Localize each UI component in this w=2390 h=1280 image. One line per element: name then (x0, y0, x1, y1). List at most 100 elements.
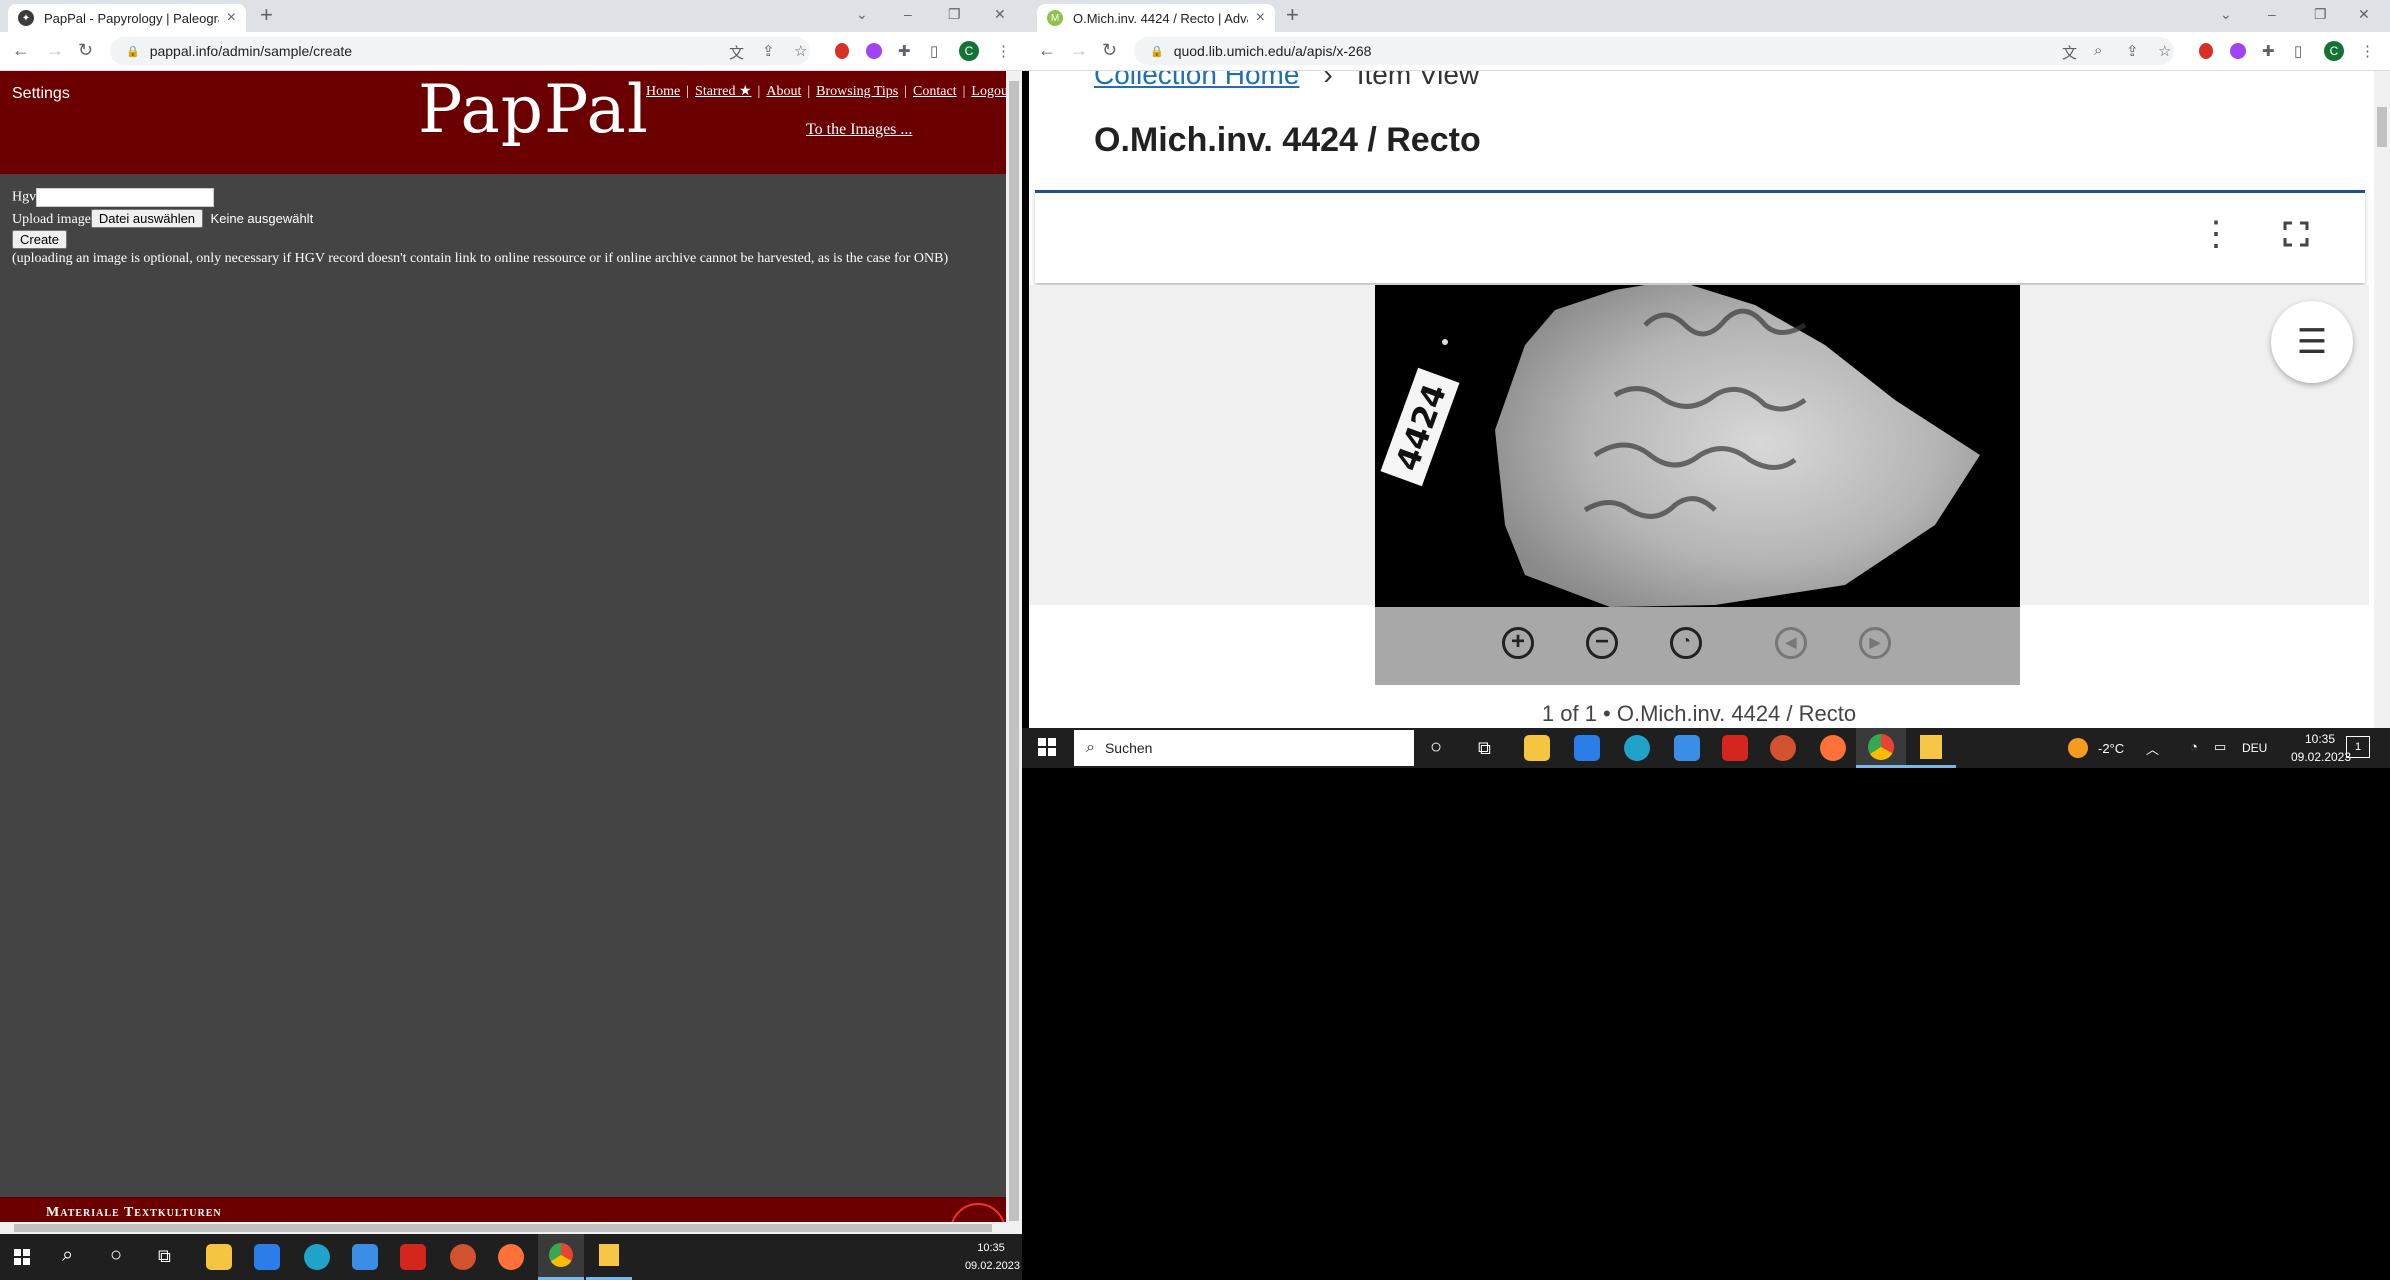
minimize-button[interactable]: – (2268, 6, 2276, 22)
hgv-input[interactable] (36, 188, 215, 207)
zoom-icon[interactable]: ⌕ (2094, 42, 2102, 59)
fullscreen-icon[interactable] (2283, 221, 2309, 247)
left-vertical-scrollbar[interactable] (1006, 71, 1022, 1234)
close-window-button[interactable]: ✕ (2358, 6, 2370, 23)
nav-starred[interactable]: Starred ★ (695, 84, 751, 99)
nav-logout[interactable]: Logout (971, 84, 1006, 99)
clock-time[interactable]: 10:35 (966, 1242, 1016, 1254)
reset-zoom-icon[interactable]: ◔ (1670, 627, 1702, 659)
profile-avatar[interactable]: C (959, 41, 979, 61)
chrome-active-icon[interactable] (1856, 728, 1906, 768)
forward-arrow-icon[interactable]: → (1070, 40, 1088, 61)
scrollbar-thumb[interactable] (1009, 81, 1019, 1221)
sticky-notes-icon[interactable] (1906, 728, 1956, 768)
windows-start-icon[interactable] (14, 1249, 30, 1265)
language-indicator[interactable]: DEU (2242, 741, 2267, 755)
clock-date[interactable]: 09.02.2023 (950, 1260, 1020, 1272)
zoom-out-icon[interactable]: − (1586, 627, 1618, 659)
extension-purple-icon[interactable] (866, 43, 882, 59)
powerpoint-icon[interactable] (1770, 735, 1796, 761)
tray-battery-icon[interactable]: ▭ (2214, 739, 2226, 755)
firefox-icon[interactable] (498, 1244, 524, 1270)
more-options-icon[interactable]: ⋮ (2199, 217, 2233, 251)
share-icon[interactable]: ⇪ (2126, 42, 2139, 60)
extensions-puzzle-icon[interactable]: ✚ (898, 42, 911, 60)
temperature[interactable]: -2°C (2098, 741, 2124, 756)
notifications-icon[interactable]: 1 (2346, 736, 2370, 758)
nav-contact[interactable]: Contact (913, 84, 957, 99)
mail-icon[interactable] (352, 1244, 378, 1270)
back-arrow-icon[interactable]: ← (1038, 40, 1056, 61)
new-tab-button[interactable]: + (1286, 2, 1299, 28)
papyrus-image[interactable]: 4424 (1375, 285, 2020, 610)
extension-purple-icon[interactable] (2230, 43, 2246, 59)
left-horizontal-scrollbar[interactable] (0, 1222, 1006, 1234)
firefox-icon[interactable] (1820, 735, 1846, 761)
reload-icon[interactable]: ↻ (1102, 40, 1117, 61)
share-icon[interactable]: ⇪ (762, 42, 775, 60)
windows-start-icon[interactable] (1038, 738, 1056, 756)
menu-kebab-icon[interactable]: ⋮ (2360, 42, 2375, 60)
extensions-puzzle-icon[interactable]: ✚ (2262, 42, 2275, 60)
clock-time[interactable]: 10:35 (2290, 732, 2350, 746)
chevron-down-icon[interactable]: ⌄ (2220, 6, 2232, 23)
address-bar[interactable]: 🔒 quod.lib.umich.edu/a/apis/x-268 (1134, 37, 2174, 65)
file-explorer-icon[interactable] (206, 1244, 232, 1270)
to-images-link[interactable]: To the Images ... (806, 121, 912, 139)
reload-icon[interactable]: ↻ (78, 40, 93, 61)
chevron-down-icon[interactable]: ⌄ (856, 6, 868, 23)
nav-about[interactable]: About (766, 84, 801, 99)
nav-home[interactable]: Home (646, 84, 680, 99)
cortana-icon[interactable]: ○ (1430, 736, 1442, 759)
menu-kebab-icon[interactable]: ⋮ (996, 42, 1011, 60)
next-page-icon[interactable]: ▶ (1859, 627, 1891, 659)
pappal-logo[interactable]: PapPal (418, 71, 649, 148)
task-view-icon[interactable]: ⧉ (1478, 738, 1491, 759)
translate-icon[interactable]: 文 (2062, 42, 2077, 63)
tray-network-icon[interactable]: ◔ (2190, 739, 2198, 754)
translate-icon[interactable]: 文 (729, 42, 744, 63)
close-tab-icon[interactable]: × (1256, 9, 1265, 27)
previous-page-icon[interactable]: ◀ (1775, 627, 1807, 659)
forward-arrow-icon[interactable]: → (46, 40, 64, 61)
close-window-button[interactable]: ✕ (994, 6, 1006, 23)
bookmark-star-icon[interactable]: ☆ (794, 42, 807, 60)
adjust-settings-icon[interactable]: ☰ (2271, 301, 2353, 383)
restore-button[interactable]: ❐ (948, 6, 961, 23)
restore-button[interactable]: ❐ (2314, 6, 2327, 23)
collection-home-link[interactable]: Collection Home (1094, 71, 1299, 90)
store-icon[interactable] (1574, 735, 1600, 761)
bookmark-star-icon[interactable]: ☆ (2158, 42, 2171, 60)
address-bar[interactable]: 🔒 pappal.info/admin/sample/create (110, 37, 810, 65)
minimize-button[interactable]: – (904, 6, 912, 22)
nav-browsing-tips[interactable]: Browsing Tips (816, 84, 898, 99)
sidepanel-icon[interactable]: ▯ (2294, 42, 2302, 60)
sticky-notes-icon[interactable] (586, 1234, 632, 1280)
zoom-in-icon[interactable]: + (1502, 627, 1534, 659)
edge-icon[interactable] (304, 1244, 330, 1270)
scrollbar-thumb[interactable] (2377, 107, 2387, 147)
settings-link[interactable]: Settings (12, 85, 70, 103)
new-tab-button[interactable]: + (260, 2, 273, 28)
store-icon[interactable] (254, 1244, 280, 1270)
extension-red-icon[interactable] (2199, 43, 2213, 59)
file-explorer-icon[interactable] (1524, 735, 1550, 761)
cortana-icon[interactable]: ○ (110, 1244, 122, 1267)
create-button[interactable]: Create (12, 230, 68, 249)
powerpoint-icon[interactable] (450, 1244, 476, 1270)
right-vertical-scrollbar[interactable] (2374, 71, 2390, 728)
right-tab-umich[interactable]: M O.Mich.inv. 4424 / Recto | Advan × (1037, 4, 1275, 32)
profile-avatar[interactable]: C (2324, 41, 2344, 61)
taskbar-search-box[interactable]: ⌕ Suchen (1074, 730, 1414, 766)
choose-file-button[interactable]: Datei auswählen (90, 209, 204, 228)
close-tab-icon[interactable]: × (227, 9, 236, 27)
tray-chevron-icon[interactable]: ︿ (2146, 739, 2159, 758)
acrobat-icon[interactable] (400, 1244, 426, 1270)
mail-icon[interactable] (1674, 735, 1700, 761)
scrollbar-thumb[interactable] (14, 1224, 992, 1232)
left-tab-pappal[interactable]: ✦ PapPal - Papyrology | Paleograph × (8, 4, 246, 32)
sidepanel-icon[interactable]: ▯ (930, 42, 938, 60)
acrobat-icon[interactable] (1722, 735, 1748, 761)
task-view-icon[interactable]: ⧉ (158, 1246, 171, 1267)
chrome-active-icon[interactable] (538, 1234, 584, 1280)
